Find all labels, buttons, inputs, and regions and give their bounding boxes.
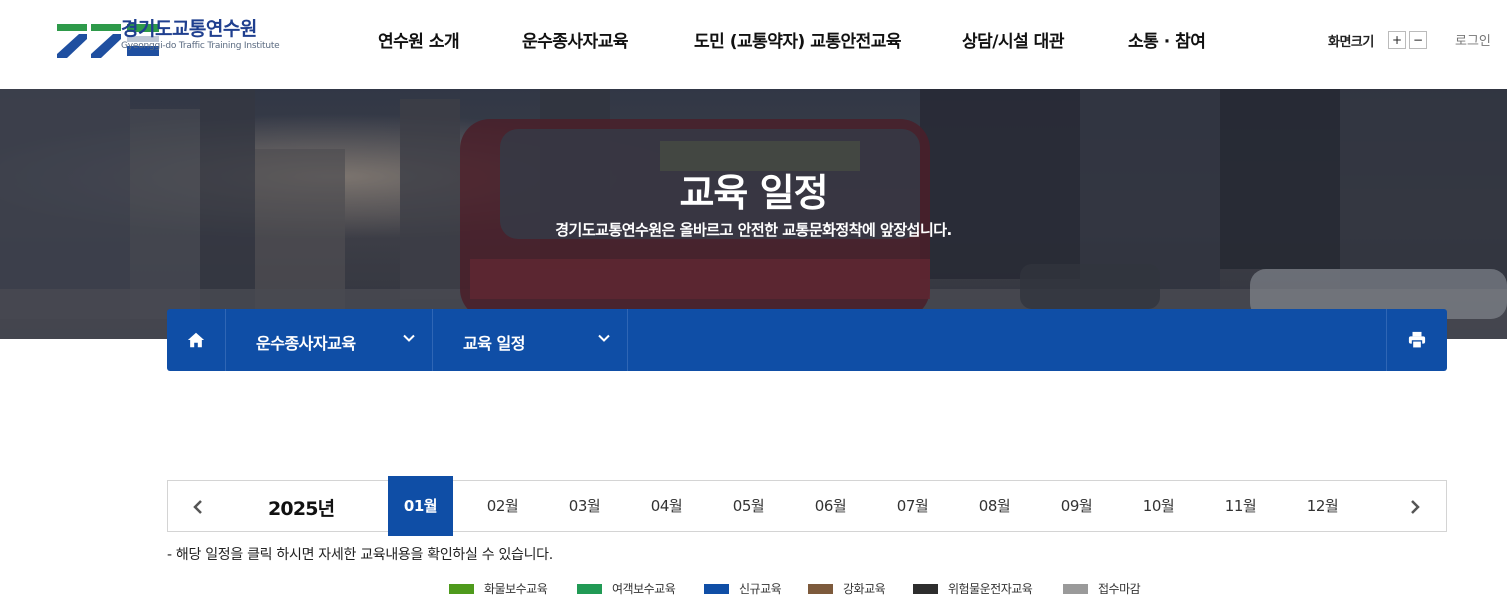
- page-title: 교육 일정: [679, 171, 828, 215]
- schedule-legend: 화물보수교육 여객보수교육 신규교육 강화교육 위험물운전자교육 접수마감: [0, 580, 1507, 598]
- legend-label: 위험물운전자교육: [948, 582, 1033, 596]
- month-tab-02[interactable]: 02월: [470, 476, 535, 536]
- logo-title: 경기도교통연수원: [121, 18, 257, 40]
- legend-swatch: [704, 584, 729, 594]
- month-tab-12[interactable]: 12월: [1290, 476, 1355, 536]
- month-tab-05[interactable]: 05월: [716, 476, 781, 536]
- legend-swatch: [449, 584, 474, 594]
- nav-item-community[interactable]: 소통 · 참여: [1128, 27, 1206, 52]
- month-navigator: 2025년 01월 02월 03월 04월 05월 06월 07월 08월 09…: [167, 476, 1447, 536]
- month-tab-07[interactable]: 07월: [880, 476, 945, 536]
- breadcrumb-depth2-label: 교육 일정: [463, 334, 525, 353]
- legend-label: 화물보수교육: [484, 582, 548, 596]
- month-tab-01[interactable]: 01월: [388, 476, 453, 536]
- month-tab-06[interactable]: 06월: [798, 476, 863, 536]
- month-tab-09[interactable]: 09월: [1044, 476, 1109, 536]
- print-button[interactable]: [1386, 309, 1447, 371]
- breadcrumb-depth2-dropdown[interactable]: 교육 일정: [433, 309, 628, 371]
- nav-item-about[interactable]: 연수원 소개: [378, 27, 460, 52]
- hero-banner: 교육 일정 경기도교통연수원은 올바르고 안전한 교통문화정착에 앞장섭니다.: [0, 89, 1507, 339]
- year-label: 2025년: [268, 498, 335, 520]
- home-button[interactable]: [167, 309, 226, 371]
- login-link[interactable]: 로그인: [1455, 30, 1491, 49]
- chevron-down-icon: [598, 334, 610, 342]
- legend-label: 여객보수교육: [612, 582, 676, 596]
- font-decrease-button[interactable]: −: [1409, 31, 1427, 49]
- legend-label: 신규교육: [739, 582, 782, 596]
- nav-item-driver-education[interactable]: 운수종사자교육: [522, 27, 628, 52]
- font-increase-button[interactable]: +: [1388, 31, 1406, 49]
- legend-swatch: [913, 584, 938, 594]
- next-year-icon[interactable]: [1403, 496, 1425, 518]
- nav-item-citizen-safety-education[interactable]: 도민 (교통약자) 교통안전교육: [694, 27, 902, 52]
- font-size-label: 화면크기: [1328, 35, 1374, 50]
- month-tab-11[interactable]: 11월: [1208, 476, 1273, 536]
- location-bar: 운수종사자교육 교육 일정: [167, 309, 1447, 371]
- breadcrumb-depth1-dropdown[interactable]: 운수종사자교육: [226, 309, 433, 371]
- month-tab-04[interactable]: 04월: [634, 476, 699, 536]
- month-tab-03[interactable]: 03월: [552, 476, 617, 536]
- schedule-note: - 해당 일정을 클릭 하시면 자세한 교육내용을 확인하실 수 있습니다.: [167, 547, 553, 563]
- chevron-down-icon: [403, 334, 415, 342]
- month-tab-08[interactable]: 08월: [962, 476, 1027, 536]
- page-subtitle: 경기도교통연수원은 올바르고 안전한 교통문화정착에 앞장섭니다.: [555, 221, 952, 239]
- legend-swatch: [808, 584, 833, 594]
- print-icon: [1408, 331, 1426, 349]
- prev-year-icon[interactable]: [188, 496, 210, 518]
- site-logo[interactable]: 경기도교통연수원 Gyeonggi-do Traffic Training In…: [57, 18, 327, 62]
- legend-swatch: [1063, 584, 1088, 594]
- month-tab-10[interactable]: 10월: [1126, 476, 1191, 536]
- nav-item-consult-facility[interactable]: 상담/시설 대관: [962, 27, 1064, 52]
- legend-label: 접수마감: [1098, 582, 1141, 596]
- site-header: 경기도교통연수원 Gyeonggi-do Traffic Training In…: [0, 0, 1507, 89]
- legend-swatch: [577, 584, 602, 594]
- logo-subtitle: Gyeonggi-do Traffic Training Institute: [121, 41, 280, 51]
- legend-label: 강화교육: [843, 582, 886, 596]
- breadcrumb-depth1-label: 운수종사자교육: [256, 334, 356, 353]
- home-icon: [187, 332, 205, 348]
